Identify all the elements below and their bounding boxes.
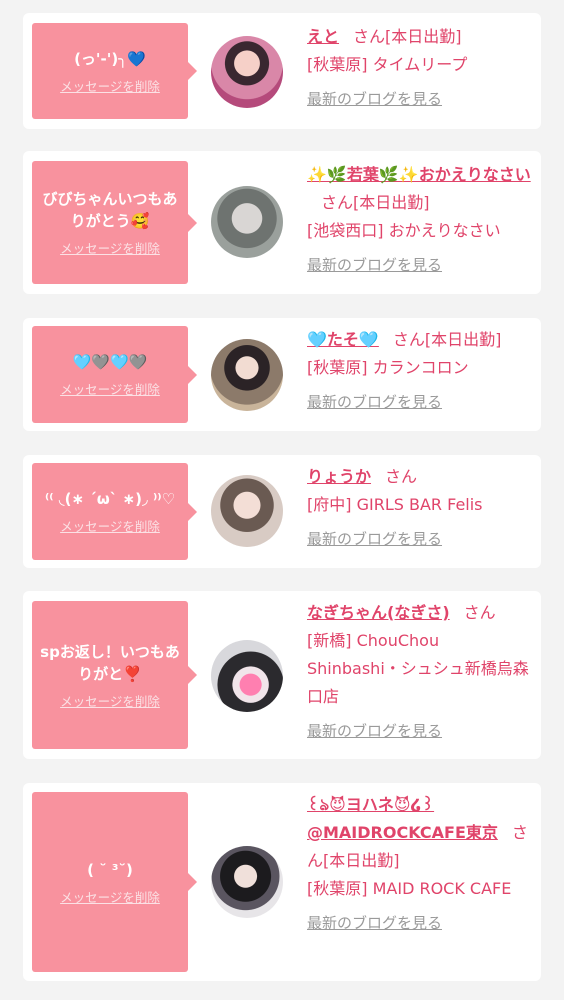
message-list: (っ'-')╮💙 メッセージを削除 えと さん[本日出勤] [秋葉原] タイムリー… <box>0 0 564 1000</box>
delete-message-link[interactable]: メッセージを削除 <box>60 887 160 906</box>
cast-avatar[interactable] <box>211 186 283 258</box>
shop-area: [秋葉原] <box>307 358 368 377</box>
message-card: ⁽⁽ ◟(∗ ˊωˋ ∗)◞ ⁾⁾♡ メッセージを削除 りょうか さん [府中] … <box>23 455 541 568</box>
cast-info: ✨🌿若葉🌿✨おかえりなさいさん[本日出勤] [池袋西口] おかえりなさい 最新の… <box>307 161 533 279</box>
cast-avatar[interactable] <box>211 36 283 108</box>
message-card: ( ˘ ³˘) メッセージを削除 ꒰ঌ😈ヨハネ😈໒꒱ @MAIDROCKCAFE… <box>23 783 541 981</box>
honorific-label: さん <box>463 603 496 622</box>
shop-name: カランコロン <box>372 358 469 377</box>
shop-area: [府中] <box>307 495 352 514</box>
honorific-label: さん <box>321 193 354 212</box>
honorific-label: さん <box>392 330 425 349</box>
attendance-status: [本日出勤] <box>385 27 462 46</box>
cast-avatar[interactable] <box>211 640 283 712</box>
message-bubble: spお返し！いつもありがと❣️ メッセージを削除 <box>32 601 188 749</box>
message-bubble: ⁽⁽ ◟(∗ ˊωˋ ∗)◞ ⁾⁾♡ メッセージを削除 <box>32 463 188 560</box>
cast-info: えと さん[本日出勤] [秋葉原] タイムリープ 最新のブログを見る <box>307 23 533 113</box>
message-bubble: ( ˘ ³˘) メッセージを削除 <box>32 792 188 972</box>
latest-blog-link[interactable]: 最新のブログを見る <box>307 388 442 416</box>
cast-info: 🩵たそ🩵 さん[本日出勤] [秋葉原] カランコロン 最新のブログを見る <box>307 326 533 416</box>
cast-name-link[interactable]: 🩵たそ🩵 <box>307 330 379 349</box>
shop-area: [秋葉原] <box>307 55 368 74</box>
cast-name-link[interactable]: ꒰ঌ😈ヨハネ😈໒꒱ @MAIDROCKCAFE東京 <box>307 795 498 842</box>
shop-name: タイムリープ <box>372 55 468 74</box>
message-text: spお返し！いつもありがと❣️ <box>40 642 180 683</box>
message-bubble: びびちゃんいつもありがとう🥰 メッセージを削除 <box>32 161 188 284</box>
shop-area: [新橋] <box>307 631 352 650</box>
cast-avatar[interactable] <box>211 475 283 547</box>
message-text: 🩵🩶🩵🩶 <box>72 353 148 371</box>
delete-message-link[interactable]: メッセージを削除 <box>60 516 160 535</box>
message-text: びびちゃんいつもありがとう🥰 <box>42 190 178 230</box>
message-card: びびちゃんいつもありがとう🥰 メッセージを削除 ✨🌿若葉🌿✨おかえりなさいさん[… <box>23 151 541 294</box>
delete-message-link[interactable]: メッセージを削除 <box>60 76 160 95</box>
message-bubble: (っ'-')╮💙 メッセージを削除 <box>32 23 188 119</box>
attendance-status: [本日出勤] <box>353 193 430 212</box>
cast-name-link[interactable]: なぎちゃん(なぎさ) <box>307 603 450 622</box>
latest-blog-link[interactable]: 最新のブログを見る <box>307 909 442 937</box>
attendance-status: [本日出勤] <box>424 330 502 349</box>
message-card: 🩵🩶🩵🩶 メッセージを削除 🩵たそ🩵 さん[本日出勤] [秋葉原] カランコロン … <box>23 318 541 431</box>
shop-name: MAID ROCK CAFE <box>372 879 512 898</box>
attendance-status: [本日出勤] <box>323 851 400 870</box>
message-card: (っ'-')╮💙 メッセージを削除 えと さん[本日出勤] [秋葉原] タイムリー… <box>23 13 541 129</box>
shop-name: GIRLS BAR Felis <box>356 495 483 514</box>
message-card: spお返し！いつもありがと❣️ メッセージを削除 なぎちゃん(なぎさ) さん [新… <box>23 591 541 759</box>
shop-area: [秋葉原] <box>307 879 368 898</box>
message-text: (っ'-')╮💙 <box>74 49 146 68</box>
latest-blog-link[interactable]: 最新のブログを見る <box>307 525 442 553</box>
message-text: ⁽⁽ ◟(∗ ˊωˋ ∗)◞ ⁾⁾♡ <box>44 490 176 508</box>
cast-info: りょうか さん [府中] GIRLS BAR Felis 最新のブログを見る <box>307 463 533 553</box>
cast-avatar[interactable] <box>211 846 283 918</box>
cast-name-link[interactable]: えと <box>307 27 339 46</box>
latest-blog-link[interactable]: 最新のブログを見る <box>307 717 442 745</box>
delete-message-link[interactable]: メッセージを削除 <box>60 379 160 398</box>
message-text: ( ˘ ³˘) <box>87 860 133 879</box>
cast-name-link[interactable]: りょうか <box>307 467 371 486</box>
delete-message-link[interactable]: メッセージを削除 <box>60 238 160 257</box>
cast-name-link[interactable]: ✨🌿若葉🌿✨おかえりなさい <box>307 165 531 184</box>
latest-blog-link[interactable]: 最新のブログを見る <box>307 85 442 113</box>
cast-info: なぎちゃん(なぎさ) さん [新橋] ChouChou Shinbashi・シュシ… <box>307 599 533 745</box>
cast-avatar[interactable] <box>211 339 283 411</box>
message-bubble: 🩵🩶🩵🩶 メッセージを削除 <box>32 326 188 423</box>
cast-info: ꒰ঌ😈ヨハネ😈໒꒱ @MAIDROCKCAFE東京 さん[本日出勤] [秋葉原] … <box>307 791 533 937</box>
shop-area: [池袋西口] <box>307 221 384 240</box>
delete-message-link[interactable]: メッセージを削除 <box>60 691 160 710</box>
honorific-label: さん <box>353 27 386 46</box>
latest-blog-link[interactable]: 最新のブログを見る <box>307 251 442 279</box>
honorific-label: さん <box>385 467 418 486</box>
shop-name: おかえりなさい <box>388 221 501 240</box>
